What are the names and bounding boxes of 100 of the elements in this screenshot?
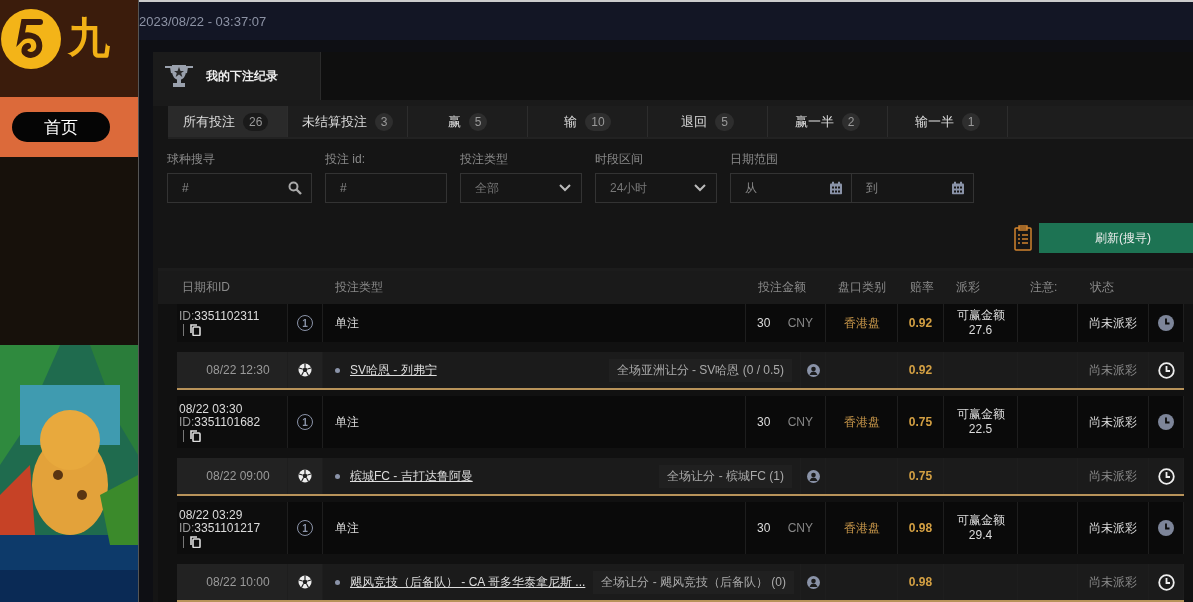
bullet-icon bbox=[335, 579, 340, 585]
field-label: 投注类型 bbox=[460, 151, 509, 168]
stake-amount: 30 bbox=[757, 316, 771, 330]
bet-id: 3351102311 bbox=[194, 309, 260, 323]
match-time: 08/22 10:00 bbox=[206, 575, 270, 589]
column-header: 日期和ID bbox=[181, 279, 231, 296]
match-link[interactable]: 槟城FC - 吉打达鲁阿曼 bbox=[350, 467, 473, 485]
column-header: 投注类型 bbox=[334, 279, 384, 296]
copy-icon[interactable] bbox=[190, 429, 201, 442]
column-header: 赔率 bbox=[909, 279, 935, 296]
count-badge: 26 bbox=[243, 112, 269, 131]
selection-tag: 全场让分 - 飓风竞技（后备队） (0) bbox=[593, 570, 794, 594]
bet-type: 单注 bbox=[335, 413, 359, 431]
dropdown[interactable]: 全部 bbox=[460, 173, 582, 203]
stake-amount: 30 bbox=[757, 521, 771, 535]
count-badge: 5 bbox=[715, 112, 734, 131]
chevron-down-icon bbox=[559, 184, 571, 192]
odds-type: 香港盘 bbox=[843, 314, 880, 332]
trophy-icon bbox=[164, 62, 194, 90]
home-button[interactable]: 首页 bbox=[12, 112, 110, 142]
column-header: 投注金额 bbox=[757, 279, 807, 296]
status-text: 尚未派彩 bbox=[1089, 467, 1137, 485]
id-label: ID: bbox=[179, 414, 195, 429]
calendar-icon bbox=[830, 181, 842, 195]
bullet-icon bbox=[335, 473, 340, 479]
match-link[interactable]: SV哈恩 - 列弗宁 bbox=[350, 361, 437, 379]
user-icon bbox=[806, 575, 820, 589]
status-text: 尚未派彩 bbox=[1089, 314, 1137, 332]
soccer-ball-icon bbox=[298, 575, 312, 589]
count-badge: 3 bbox=[374, 112, 394, 131]
user-icon bbox=[806, 469, 820, 483]
bullet-icon bbox=[335, 367, 340, 373]
odds-value: 0.75 bbox=[908, 415, 933, 429]
bet-type: 单注 bbox=[335, 519, 359, 537]
payout-amount: 22.5 bbox=[968, 422, 993, 437]
odds-value: 0.75 bbox=[908, 469, 933, 483]
payout-label: 可赢金额 bbox=[956, 308, 1005, 323]
clock-icon bbox=[1158, 520, 1174, 536]
payout-amount: 29.4 bbox=[968, 528, 993, 543]
copy-icon[interactable] bbox=[190, 535, 201, 548]
bet-date: 08/22 03:29 bbox=[179, 508, 243, 522]
id-label: ID: bbox=[179, 520, 195, 535]
user-icon bbox=[806, 363, 820, 377]
date-field[interactable]: 从 bbox=[730, 173, 852, 203]
bet-type: 单注 bbox=[335, 314, 359, 332]
count-badge: 2 bbox=[841, 112, 861, 131]
search-field[interactable]: # bbox=[167, 173, 312, 203]
soccer-ball-icon bbox=[298, 363, 312, 377]
odds-type: 香港盘 bbox=[843, 519, 880, 537]
soccer-ball-icon bbox=[298, 469, 312, 483]
status-text: 尚未派彩 bbox=[1089, 413, 1137, 431]
field-label: 时段区间 bbox=[595, 151, 644, 168]
status-text: 尚未派彩 bbox=[1089, 519, 1137, 537]
stake-amount: 30 bbox=[757, 415, 771, 429]
clock-icon bbox=[1158, 315, 1174, 331]
odds-value: 0.98 bbox=[908, 575, 933, 589]
odds-value: 0.92 bbox=[908, 316, 933, 330]
odds-value: 0.98 bbox=[908, 521, 933, 535]
date-field[interactable]: 到 bbox=[852, 173, 974, 203]
selection-tag: 全场亚洲让分 - SV哈恩 (0 / 0.5) bbox=[608, 358, 792, 382]
currency: CNY bbox=[787, 316, 813, 330]
clock-icon bbox=[1157, 573, 1175, 591]
count-badge: 5 bbox=[468, 112, 488, 131]
chevron-down-icon bbox=[694, 184, 706, 192]
clock-icon bbox=[1158, 414, 1174, 430]
odds-value: 0.92 bbox=[908, 363, 933, 377]
match-time: 08/22 12:30 bbox=[206, 363, 270, 377]
match-time: 08/22 09:00 bbox=[206, 469, 270, 483]
payout-label: 可赢金额 bbox=[956, 407, 1005, 422]
id-label: ID: bbox=[179, 309, 195, 323]
field-label: 投注 id: bbox=[325, 151, 366, 168]
column-header: 盘口类别 bbox=[837, 279, 887, 296]
column-header: 状态 bbox=[1089, 279, 1115, 296]
bet-id: 3351101682 bbox=[194, 414, 261, 429]
dialog-title: 我的下注纪录 bbox=[206, 67, 278, 85]
payout-label: 可赢金额 bbox=[956, 513, 1005, 528]
refresh-button[interactable]: 刷新(搜寻) bbox=[1039, 223, 1193, 253]
datetime-text: 2023/08/22 - 03:37:07 bbox=[139, 13, 267, 29]
calendar-icon bbox=[952, 181, 964, 195]
status-text: 尚未派彩 bbox=[1089, 573, 1137, 591]
field-label: 球种搜寻 bbox=[167, 151, 216, 168]
clipboard-icon bbox=[1014, 225, 1032, 251]
selection-tag: 全场让分 - 槟城FC (1) bbox=[659, 464, 792, 488]
payout-amount: 27.6 bbox=[968, 323, 993, 338]
column-header: 派彩 bbox=[955, 279, 981, 296]
currency: CNY bbox=[787, 521, 813, 535]
field-label: 日期范围 bbox=[730, 151, 779, 168]
filter-tab[interactable]: 所有投注 26 bbox=[168, 106, 288, 137]
odds-type: 香港盘 bbox=[843, 413, 880, 431]
bet-date: 08/22 03:30 bbox=[179, 402, 243, 416]
copy-icon[interactable] bbox=[190, 324, 201, 336]
currency: CNY bbox=[787, 415, 813, 429]
match-link[interactable]: 飓风竞技（后备队） - CA 哥多华泰拿尼斯 ... bbox=[350, 573, 586, 591]
input-field[interactable]: # bbox=[325, 173, 447, 203]
count-badge: 10 bbox=[585, 112, 611, 131]
count-badge: 1 bbox=[961, 112, 981, 131]
dropdown[interactable]: 24小时 bbox=[595, 173, 717, 203]
clock-icon bbox=[1157, 467, 1175, 485]
clock-icon bbox=[1157, 361, 1175, 379]
bet-id: 3351101217 bbox=[194, 520, 261, 535]
